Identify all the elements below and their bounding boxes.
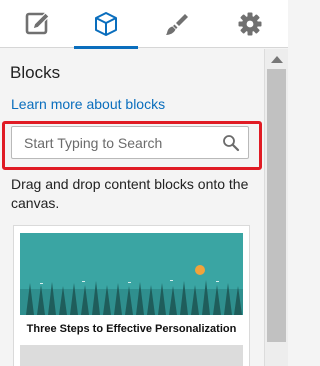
cube-icon bbox=[95, 12, 117, 36]
pencil-icon bbox=[25, 12, 50, 35]
panel-title: Blocks bbox=[10, 63, 61, 82]
block-placeholder bbox=[20, 345, 243, 366]
content-block-card[interactable]: Three Steps to Effective Personalization bbox=[13, 225, 250, 366]
tab-style[interactable] bbox=[143, 0, 211, 48]
search-field[interactable] bbox=[11, 126, 249, 159]
learn-more-link[interactable]: Learn more about blocks bbox=[11, 96, 165, 112]
gear-icon bbox=[238, 12, 262, 36]
search-input[interactable] bbox=[12, 127, 212, 158]
tab-edit[interactable] bbox=[4, 0, 72, 48]
tab-settings[interactable] bbox=[216, 0, 284, 48]
paintbrush-icon bbox=[166, 14, 188, 35]
search-icon[interactable] bbox=[222, 134, 240, 152]
scroll-up-arrow-icon[interactable] bbox=[271, 56, 283, 63]
block-caption: Three Steps to Effective Personalization bbox=[26, 323, 237, 335]
tab-bar bbox=[0, 0, 288, 49]
scroll-thumb[interactable] bbox=[267, 69, 286, 342]
help-text: Drag and drop content blocks onto the ca… bbox=[11, 176, 249, 211]
panel-scrollbar[interactable] bbox=[264, 49, 288, 366]
forest-sunset-image bbox=[20, 233, 243, 315]
tab-blocks[interactable] bbox=[72, 0, 140, 49]
blocks-panel: Blocks Learn more about blocks Drag and … bbox=[0, 49, 264, 366]
